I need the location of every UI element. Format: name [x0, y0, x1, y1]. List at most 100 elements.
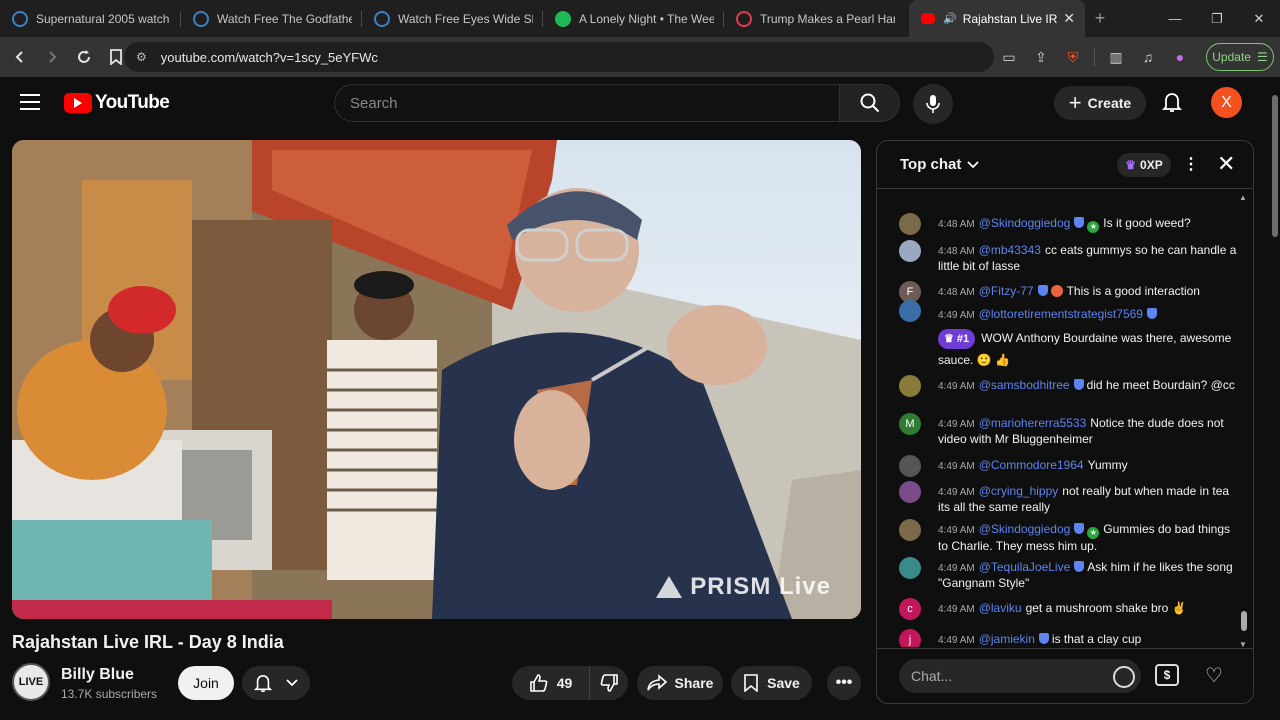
- install-app-icon[interactable]: ▭: [998, 44, 1020, 70]
- new-tab-button[interactable]: +: [1085, 0, 1115, 37]
- guide-menu-icon[interactable]: [20, 94, 40, 115]
- reload-icon[interactable]: [70, 43, 98, 71]
- browser-tab-active[interactable]: 🔊 Rajahstan Live IRL ✕: [909, 0, 1085, 37]
- user-avatar[interactable]: [899, 481, 921, 503]
- create-label: Create: [1087, 95, 1132, 111]
- user-avatar[interactable]: [899, 519, 921, 541]
- user-avatar[interactable]: j: [899, 629, 921, 647]
- chat-input-placeholder: Chat...: [911, 668, 953, 684]
- media-icon[interactable]: ♫: [1137, 44, 1159, 70]
- message-author[interactable]: @Fitzy-77: [979, 284, 1034, 298]
- message-author[interactable]: @samsbodhitree: [979, 378, 1070, 392]
- back-arrow-icon[interactable]: [6, 43, 34, 71]
- message-author[interactable]: @Skindoggiedog: [979, 522, 1071, 536]
- sidebar-icon[interactable]: ▥: [1105, 44, 1127, 70]
- dislike-button[interactable]: [590, 666, 628, 700]
- url-text: youtube.com/watch?v=1scy_5eYFWc: [160, 49, 378, 65]
- message-author[interactable]: @jamiekin: [979, 632, 1035, 646]
- save-button[interactable]: Save: [731, 666, 812, 700]
- site-globe-icon: [12, 10, 28, 27]
- message-time: 4:48 AM: [938, 246, 975, 257]
- message-time: 4:48 AM: [938, 219, 975, 230]
- channel-avatar-text: LIVE: [18, 676, 44, 688]
- close-chat-icon[interactable]: ✕: [1217, 151, 1235, 177]
- chat-scrollbar[interactable]: ▲ ▼: [1239, 193, 1249, 649]
- search-input[interactable]: Search: [334, 84, 840, 122]
- search-icon: [860, 93, 879, 113]
- user-avatar[interactable]: c: [899, 598, 921, 620]
- chevron-down-icon: [967, 160, 980, 168]
- user-avatar[interactable]: [899, 557, 921, 579]
- join-button[interactable]: Join: [178, 666, 234, 700]
- update-button[interactable]: Update ☰: [1206, 43, 1274, 71]
- subscription-notifications-button[interactable]: [242, 666, 310, 700]
- scrollbar-thumb[interactable]: [1272, 95, 1278, 237]
- message-author[interactable]: @laviku: [979, 601, 1022, 615]
- forward-arrow-icon[interactable]: [38, 43, 66, 71]
- create-button[interactable]: + Create: [1054, 86, 1146, 120]
- close-window-icon[interactable]: ✕: [1238, 0, 1280, 37]
- channel-avatar[interactable]: LIVE: [12, 663, 50, 701]
- more-actions-button[interactable]: •••: [827, 666, 861, 700]
- browser-tab[interactable]: Trump Makes a Pearl Harb: [724, 0, 905, 37]
- scroll-up-arrow-icon[interactable]: ▲: [1239, 193, 1247, 202]
- message-author[interactable]: @mb43343: [979, 243, 1041, 257]
- plus-icon: +: [1068, 90, 1082, 115]
- message-time: 4:49 AM: [938, 419, 975, 430]
- youtube-logo[interactable]: YouTube: [64, 92, 170, 114]
- like-button[interactable]: 49: [512, 666, 590, 700]
- user-avatar[interactable]: M: [899, 413, 921, 435]
- bell-icon: [1162, 93, 1182, 112]
- chat-mode-dropdown[interactable]: Top chat: [900, 156, 980, 173]
- browser-tab[interactable]: Supernatural 2005 watch fr: [0, 0, 181, 37]
- browser-tab[interactable]: Watch Free The Godfather: [181, 0, 362, 37]
- message-author[interactable]: @lottoretirementstrategist7569: [979, 307, 1143, 321]
- audio-playing-icon[interactable]: 🔊: [943, 12, 957, 25]
- message-author[interactable]: @Skindoggiedog: [979, 216, 1071, 230]
- user-avatar[interactable]: [899, 455, 921, 477]
- message-author[interactable]: @Commodore1964: [979, 458, 1084, 472]
- share-page-icon[interactable]: ⇪: [1030, 44, 1052, 70]
- scrollbar-thumb[interactable]: [1241, 611, 1247, 631]
- browser-tab[interactable]: A Lonely Night • The Week: [543, 0, 724, 37]
- bookmark-icon: [744, 674, 758, 692]
- update-label: Update: [1212, 50, 1251, 64]
- message-author[interactable]: @TequilaJoeLive: [979, 560, 1071, 574]
- voice-search-button[interactable]: [913, 84, 953, 124]
- message-time: 4:49 AM: [938, 525, 975, 536]
- share-label: Share: [674, 675, 714, 691]
- address-bar[interactable]: ⚙ youtube.com/watch?v=1scy_5eYFWc: [124, 42, 994, 72]
- video-player[interactable]: PRISM Live: [12, 140, 861, 619]
- minimize-window-icon[interactable]: —: [1154, 0, 1196, 37]
- message-time: 4:49 AM: [938, 635, 975, 646]
- heart-icon[interactable]: ♡: [1202, 663, 1226, 687]
- search-button[interactable]: [840, 84, 900, 122]
- user-avatar[interactable]: [899, 375, 921, 397]
- super-chat-icon[interactable]: $: [1155, 664, 1179, 686]
- page-scrollbar[interactable]: [1270, 77, 1280, 720]
- share-button[interactable]: Share: [637, 666, 723, 700]
- user-avatar[interactable]: [899, 300, 921, 322]
- user-avatar[interactable]: [899, 240, 921, 262]
- notifications-button[interactable]: [1158, 88, 1186, 116]
- message-author[interactable]: @crying_hippy: [979, 484, 1059, 498]
- channel-name[interactable]: Billy Blue: [61, 666, 134, 684]
- search-placeholder: Search: [350, 94, 398, 112]
- account-avatar[interactable]: X: [1211, 87, 1242, 118]
- chat-more-icon[interactable]: ⋮: [1183, 154, 1199, 174]
- tab-label: Supernatural 2005 watch fr: [36, 11, 171, 26]
- close-tab-icon[interactable]: ✕: [1063, 10, 1075, 27]
- message-text: Yummy: [1087, 458, 1128, 472]
- message-author[interactable]: @mariohererra5533: [979, 416, 1087, 430]
- emoji-icon[interactable]: [1113, 666, 1135, 688]
- user-avatar[interactable]: [899, 213, 921, 235]
- leo-ai-icon[interactable]: ●: [1169, 44, 1191, 70]
- xp-badge-button[interactable]: ♛ 0XP: [1117, 153, 1171, 177]
- thumbs-down-icon: [600, 674, 618, 692]
- brave-shield-icon[interactable]: ⛨: [1062, 44, 1084, 70]
- restore-window-icon[interactable]: ❐: [1196, 0, 1238, 37]
- site-settings-icon[interactable]: ⚙: [136, 50, 147, 64]
- browser-tab[interactable]: Watch Free Eyes Wide Shu: [362, 0, 543, 37]
- rank-badge: ♛ #1: [938, 329, 976, 349]
- chat-input[interactable]: Chat...: [899, 659, 1141, 693]
